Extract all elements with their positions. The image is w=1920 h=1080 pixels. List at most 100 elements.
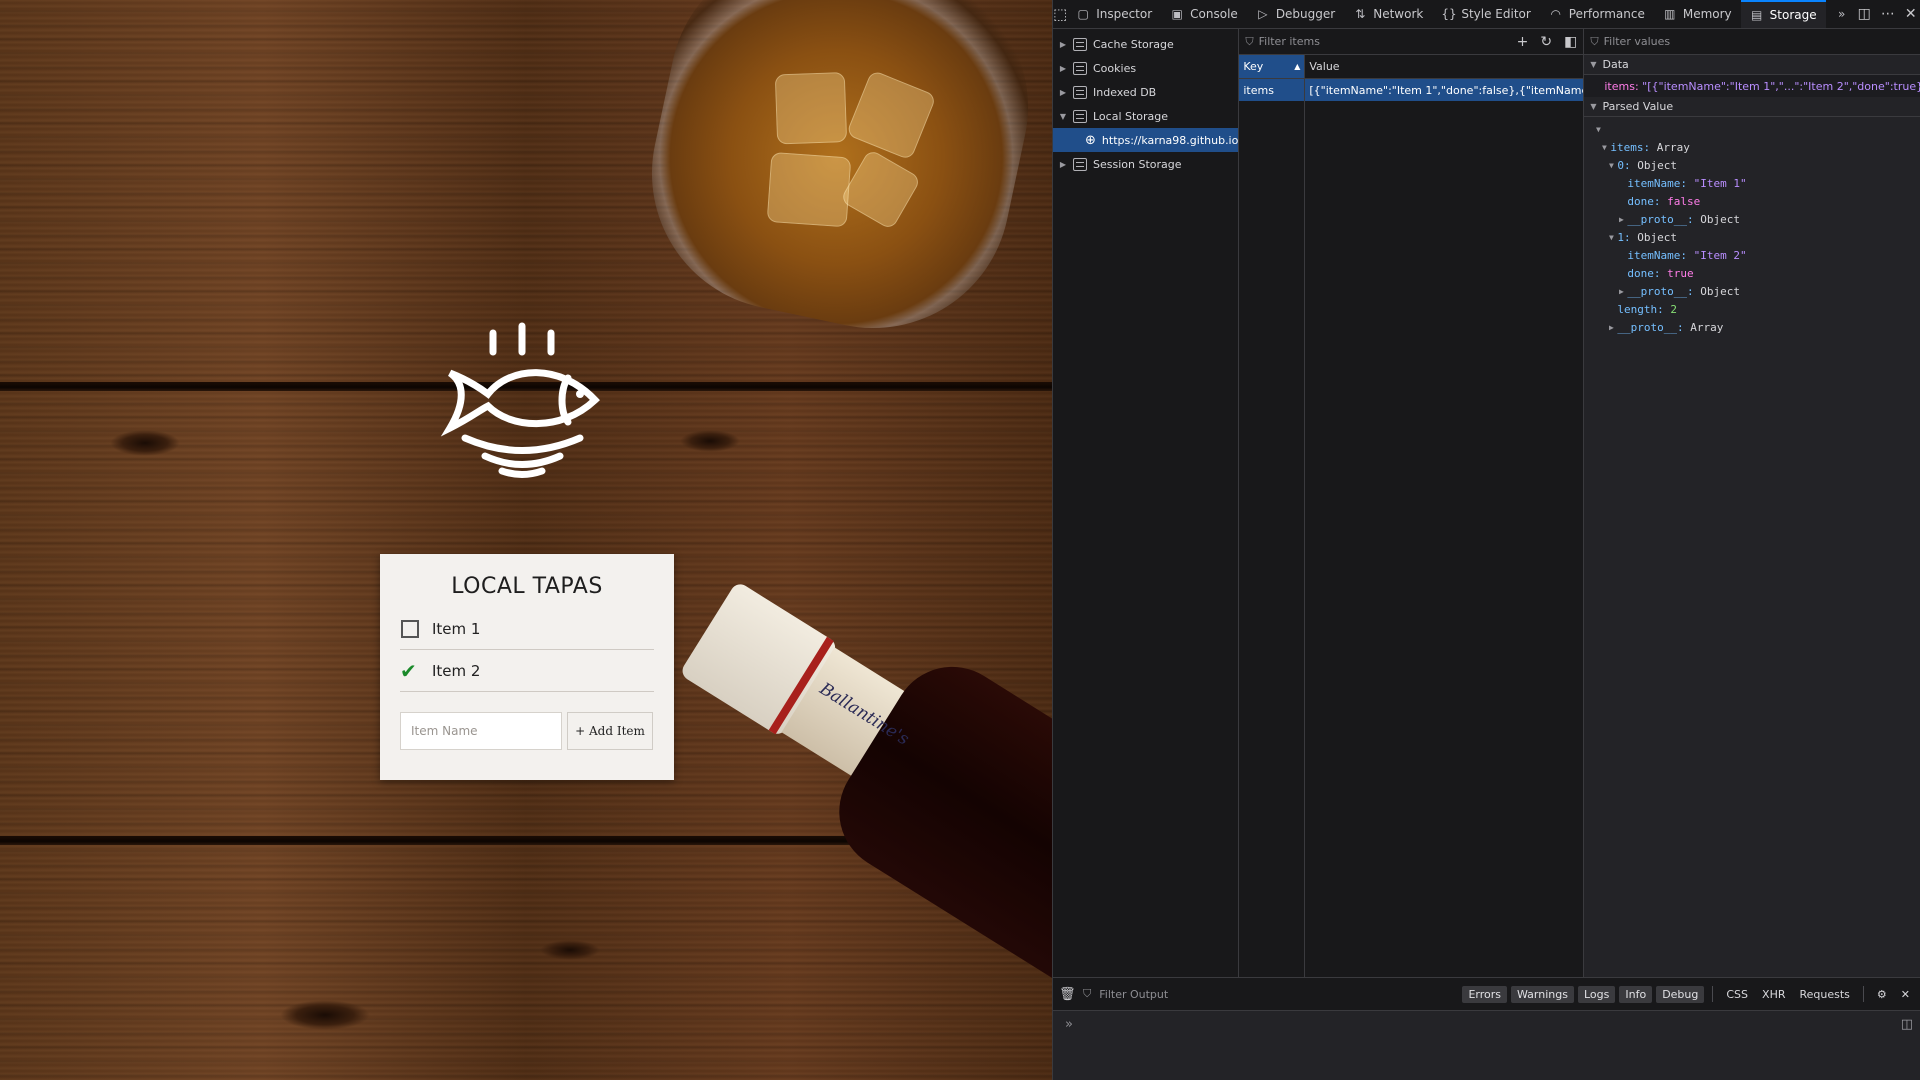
- chevron-right-icon[interactable]: ▶: [1605, 323, 1617, 332]
- dock-side-icon[interactable]: ◫: [1858, 6, 1871, 22]
- parsed-prop-row[interactable]: itemName: "Item 2": [1584, 246, 1920, 264]
- filter-output-input[interactable]: Filter Output: [1099, 988, 1168, 1001]
- parsed-key: 0:: [1617, 158, 1631, 172]
- devtools-toolbar: ⬚ ▢ Inspector ▣ Console ▷ Debugger ⇅ Network…: [1053, 0, 1920, 29]
- tab-console[interactable]: ▣ Console: [1161, 0, 1247, 28]
- parsed-prop-row[interactable]: done: false: [1584, 192, 1920, 210]
- debug-filter-button[interactable]: Debug: [1656, 985, 1705, 1003]
- data-row[interactable]: items: "[{"itemName":"Item 1","...":"Ite…: [1584, 75, 1920, 97]
- column-header-value[interactable]: Value: [1305, 55, 1583, 78]
- toggle-sidebar-icon[interactable]: ◧: [1564, 34, 1577, 50]
- add-item-button[interactable]: + Add Item: [567, 712, 653, 750]
- tab-inspector[interactable]: ▢ Inspector: [1067, 0, 1161, 28]
- database-icon: [1073, 37, 1087, 51]
- parsed-prop-row[interactable]: length: 2: [1584, 300, 1920, 318]
- warnings-filter-button[interactable]: Warnings: [1511, 985, 1574, 1003]
- chevron-down-icon[interactable]: ▼: [1056, 112, 1070, 121]
- refresh-icon[interactable]: ↻: [1540, 34, 1552, 50]
- parsed-object-row[interactable]: ▼ 1: Object: [1584, 228, 1920, 246]
- tree-item-indexed-db[interactable]: ▶ Indexed DB: [1053, 80, 1238, 104]
- parsed-value-section-header[interactable]: ▼ Parsed Value: [1584, 97, 1920, 117]
- item-name-input[interactable]: [400, 712, 562, 750]
- parsed-key: __proto__:: [1627, 284, 1694, 298]
- tab-network[interactable]: ⇅ Network: [1344, 0, 1432, 28]
- parsed-type: Array: [1690, 320, 1724, 334]
- filter-items-input[interactable]: Filter items: [1259, 35, 1320, 48]
- parsed-proto-row[interactable]: ▶ __proto__: Array: [1584, 318, 1920, 336]
- trash-icon[interactable]: 🗑: [1059, 987, 1076, 1002]
- chevron-right-icon[interactable]: ▶: [1056, 160, 1070, 169]
- parsed-key: itemName:: [1627, 176, 1687, 190]
- tree-item-label: https://karna98.github.io: [1101, 133, 1239, 147]
- chevron-down-icon[interactable]: ▼: [1590, 102, 1596, 111]
- tree-item-label: Indexed DB: [1093, 85, 1157, 99]
- chevron-down-icon[interactable]: ▼: [1590, 60, 1596, 69]
- tree-item-cookies[interactable]: ▶ Cookies: [1053, 56, 1238, 80]
- table-cell-value[interactable]: [{"itemName":"Item 1","done":false},{"it…: [1305, 79, 1584, 101]
- table-cell-key[interactable]: items: [1239, 79, 1305, 101]
- tab-debugger[interactable]: ▷ Debugger: [1247, 0, 1344, 28]
- chevron-down-icon[interactable]: ▼: [1592, 125, 1604, 134]
- add-item-icon[interactable]: +: [1517, 34, 1529, 50]
- chevron-right-icon[interactable]: ▶: [1615, 215, 1627, 224]
- errors-filter-button[interactable]: Errors: [1462, 985, 1507, 1003]
- tree-item-session-storage[interactable]: ▶ Session Storage: [1053, 152, 1238, 176]
- parsed-object-row[interactable]: ▼ 0: Object: [1584, 156, 1920, 174]
- checkmark-icon[interactable]: ✔: [400, 661, 420, 681]
- more-options-icon[interactable]: ⋯: [1881, 6, 1895, 22]
- chevron-right-icon[interactable]: ▶: [1056, 64, 1070, 73]
- tree-item-local-storage[interactable]: ▼ Local Storage: [1053, 104, 1238, 128]
- parsed-items-row[interactable]: ▼ items: Array: [1584, 138, 1920, 156]
- xhr-filter-button[interactable]: XHR: [1757, 986, 1790, 1003]
- split-console-toolbar: 🗑 ⛉ Filter Output Errors Warnings Logs I…: [1053, 977, 1920, 1011]
- data-section-header[interactable]: ▼ Data: [1584, 55, 1920, 75]
- tab-storage[interactable]: ▤ Storage: [1740, 0, 1826, 28]
- logs-filter-button[interactable]: Logs: [1577, 985, 1616, 1003]
- parsed-root-row[interactable]: ▼: [1584, 120, 1920, 138]
- whisky-bottle-image: Ballantine's: [636, 538, 1052, 1022]
- database-icon: [1073, 61, 1087, 75]
- chevron-down-icon[interactable]: ▼: [1605, 161, 1617, 170]
- gear-icon[interactable]: ⚙: [1872, 986, 1892, 1003]
- parsed-prop-row[interactable]: done: true: [1584, 264, 1920, 282]
- todo-item[interactable]: Item 1: [400, 608, 654, 650]
- css-filter-button[interactable]: CSS: [1721, 986, 1753, 1003]
- element-picker-icon[interactable]: ⬚: [1053, 0, 1067, 28]
- tree-item-cache-storage[interactable]: ▶ Cache Storage: [1053, 32, 1238, 56]
- tab-performance[interactable]: ◠ Performance: [1540, 0, 1654, 28]
- storage-panel: ▶ Cache Storage ▶ Cookies ▶ Indexed DB ▼ Loc…: [1053, 29, 1920, 977]
- more-tabs-button[interactable]: »: [1826, 0, 1858, 28]
- chevron-right-icon[interactable]: ▶: [1056, 40, 1070, 49]
- network-icon: ⇅: [1355, 7, 1366, 21]
- column-header-label: Key: [1243, 60, 1264, 73]
- console-input-area[interactable]: » ◫: [1053, 1011, 1920, 1080]
- tab-style-editor[interactable]: {} Style Editor: [1432, 0, 1539, 28]
- storage-tree: ▶ Cache Storage ▶ Cookies ▶ Indexed DB ▼ Loc…: [1053, 29, 1240, 977]
- key-column: items: [1239, 79, 1306, 977]
- parsed-proto-row[interactable]: ▶ __proto__: Object: [1584, 210, 1920, 228]
- parsed-prop-row[interactable]: itemName: "Item 1": [1584, 174, 1920, 192]
- editor-mode-icon[interactable]: ◫: [1901, 1017, 1913, 1032]
- filter-values-input[interactable]: Filter values: [1604, 35, 1671, 48]
- tab-memory[interactable]: ▥ Memory: [1654, 0, 1741, 28]
- close-icon[interactable]: ✕: [1896, 986, 1915, 1003]
- todo-item[interactable]: ✔ Item 2: [400, 650, 654, 692]
- chevron-down-icon[interactable]: ▼: [1598, 143, 1610, 152]
- chevron-right-icon[interactable]: ▶: [1056, 88, 1070, 97]
- tree-item-local-storage-origin[interactable]: ⊕ https://karna98.github.io: [1053, 128, 1239, 152]
- parsed-proto-row[interactable]: ▶ __proto__: Object: [1584, 282, 1920, 300]
- parsed-value: "Item 2": [1693, 248, 1747, 262]
- requests-filter-button[interactable]: Requests: [1794, 986, 1854, 1003]
- wood-knot: [280, 1000, 370, 1030]
- tab-label: Inspector: [1096, 7, 1153, 21]
- close-icon[interactable]: ✕: [1905, 6, 1917, 22]
- info-filter-button[interactable]: Info: [1619, 985, 1653, 1003]
- tab-label: Memory: [1682, 7, 1732, 21]
- unchecked-checkbox-icon[interactable]: [401, 619, 419, 638]
- wood-knot: [540, 940, 600, 960]
- column-header-key[interactable]: Key ▲: [1239, 55, 1306, 78]
- chevron-down-icon[interactable]: ▼: [1605, 233, 1617, 242]
- data-key: items:: [1604, 79, 1639, 93]
- chevron-right-icon[interactable]: ▶: [1615, 287, 1627, 296]
- console-icon: ▣: [1171, 7, 1183, 21]
